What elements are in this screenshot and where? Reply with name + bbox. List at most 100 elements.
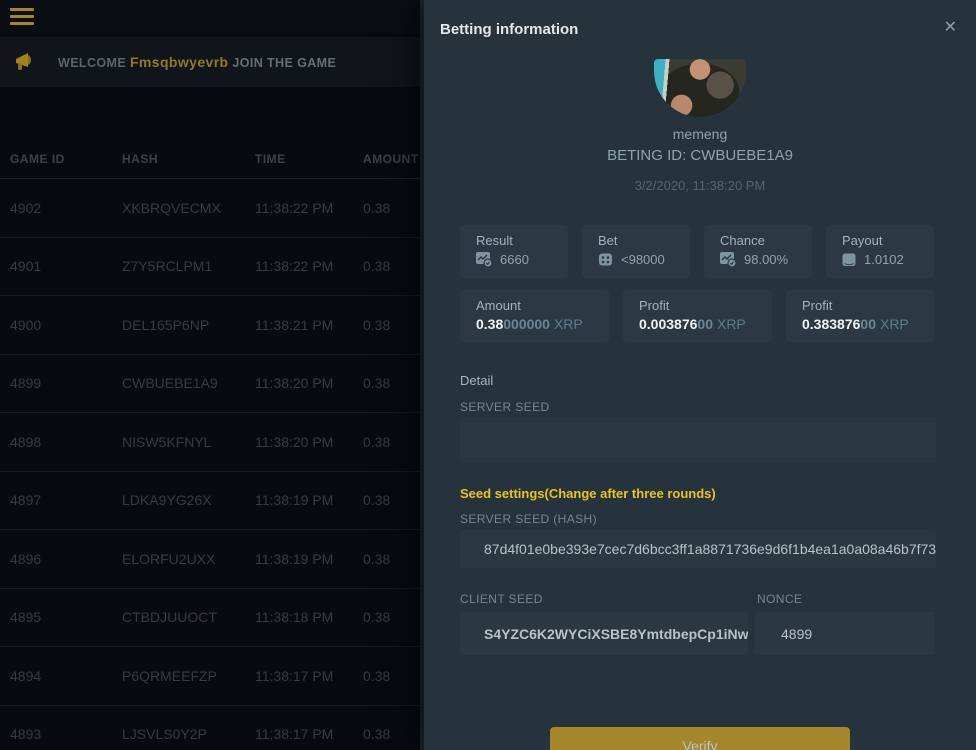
cell-game-id: 4893 [10,726,41,742]
stat-card-result: Result 6660 [460,225,568,278]
welcome-prefix: WELCOME [58,56,126,70]
cell-amount: 0.38 [363,551,390,567]
cell-amount: 0.38 [363,258,390,274]
bet-datetime: 3/2/2020, 11:38:20 PM [424,178,976,193]
stat-value: <98000 [621,252,665,267]
amount-label: Profit [802,298,935,313]
server-seed-hash-field[interactable]: 87d4f01e0be393e7cec7d6bcc3ff1a8871736e9d… [460,530,936,568]
avatar [654,59,746,117]
amount-value: 0.38 [476,316,503,332]
stat-card-payout: Payout 1.0102 [826,225,934,278]
close-icon[interactable]: ✕ [944,20,957,36]
cell-amount: 0.38 [363,200,390,216]
currency-label: XRP [717,316,746,332]
stat-card-chance: Chance 98.00% [704,225,812,278]
top-bar [0,0,424,33]
cell-time: 11:38:22 PM [255,200,333,216]
amount-value: 0.383876 [802,316,860,332]
cell-time: 11:38:22 PM [255,258,333,274]
client-seed-field[interactable]: S4YZC6K2WYCiXSBE8YmtdbepCp1iNwZ [460,612,748,655]
cell-game-id: 4902 [10,200,41,216]
stat-label: Chance [720,233,812,248]
cell-hash: CWBUEBE1A9 [122,375,218,391]
nonce-field[interactable]: 4899 [755,612,935,655]
column-time: TIME [255,152,286,166]
client-seed-label: CLIENT SEED [460,592,543,606]
game-history-pane: WELCOME Fmsqbwyevrb JOIN THE GAME GAME I… [0,0,424,750]
menu-icon[interactable] [10,8,34,25]
table-row[interactable]: 4899 CWBUEBE1A9 11:38:20 PM 0.38 [0,355,424,414]
cell-hash: Z7Y5RCLPM1 [122,258,212,274]
table-row[interactable]: 4893 LJSVLS0Y2P 11:38:17 PM 0.38 [0,706,424,750]
cell-time: 11:38:17 PM [255,668,333,684]
cell-hash: P6QRMEEFZP [122,668,217,684]
column-hash: HASH [122,152,158,166]
column-amount: AMOUNT [363,152,419,166]
table-body: 4902 XKBRQVECMX 11:38:22 PM 0.38 4901 Z7… [0,179,424,750]
cell-game-id: 4895 [10,609,41,625]
nonce-label: NONCE [757,592,802,606]
table-row[interactable]: 4901 Z7Y5RCLPM1 11:38:22 PM 0.38 [0,238,424,297]
table-row[interactable]: 4902 XKBRQVECMX 11:38:22 PM 0.38 [0,179,424,238]
megaphone-icon [14,51,38,73]
cell-amount: 0.38 [363,726,390,742]
table-row[interactable]: 4897 LDKA9YG26X 11:38:19 PM 0.38 [0,472,424,531]
currency-label: XRP [554,316,583,332]
profit-card: Profit 0.00387600XRP [623,290,772,342]
cell-time: 11:38:17 PM [255,726,333,742]
currency-label: XRP [880,316,909,332]
cell-hash: LJSVLS0Y2P [122,726,207,742]
cell-hash: LDKA9YG26X [122,492,212,508]
app-root: WELCOME Fmsqbwyevrb JOIN THE GAME GAME I… [0,0,976,750]
stat-label: Bet [598,233,690,248]
amount-value-pad: 00 [860,316,876,332]
welcome-suffix: JOIN THE GAME [232,56,336,70]
table-row[interactable]: 4895 CTBDJUUOCT 11:38:18 PM 0.38 [0,589,424,648]
stat-cards-row: Result 6660 Bet [460,225,936,278]
stat-label: Payout [842,233,934,248]
profit-card: Profit 0.38387600XRP [786,290,935,342]
cell-hash: DEL165P6NP [122,317,209,333]
table-row[interactable]: 4900 DEL165P6NP 11:38:21 PM 0.38 [0,296,424,355]
cell-amount: 0.38 [363,434,390,450]
cell-amount: 0.38 [363,492,390,508]
welcome-banner: WELCOME Fmsqbwyevrb JOIN THE GAME [0,37,424,87]
cell-game-id: 4901 [10,258,41,274]
chart-check-icon [720,252,737,267]
amount-cards-row: Amount 0.38000000XRP Profit 0.00387600XR… [460,290,936,342]
stat-card-bet: Bet <98000 [582,225,690,278]
cell-time: 11:38:20 PM [255,434,333,450]
cell-hash: XKBRQVECMX [122,200,221,216]
welcome-username: Fmsqbwyevrb [130,54,229,70]
table-row[interactable]: 4896 ELORFU2UXX 11:38:19 PM 0.38 [0,530,424,589]
detail-heading: Detail [460,373,493,388]
stat-label: Result [476,233,568,248]
cell-game-id: 4896 [10,551,41,567]
payout-icon [842,253,857,267]
amount-value-pad: 000000 [503,316,550,332]
table-row[interactable]: 4894 P6QRMEEFZP 11:38:17 PM 0.38 [0,647,424,706]
stat-value: 98.00% [744,252,788,267]
cell-time: 11:38:21 PM [255,317,333,333]
cell-game-id: 4898 [10,434,41,450]
column-game-id: GAME ID [10,152,65,166]
chart-check-icon [476,252,493,267]
server-seed-label: SERVER SEED [460,400,550,414]
cell-game-id: 4897 [10,492,41,508]
cell-time: 11:38:20 PM [255,375,333,391]
betting-information-modal: Betting information ✕ memeng BETING ID: … [424,0,976,750]
cell-game-id: 4894 [10,668,41,684]
cell-hash: NISW5KFNYL [122,434,211,450]
amount-card: Amount 0.38000000XRP [460,290,609,342]
welcome-message: WELCOME Fmsqbwyevrb JOIN THE GAME [58,54,336,70]
verify-button[interactable]: Verify [550,727,850,750]
server-seed-field[interactable] [460,417,936,463]
betting-id: BETING ID: CWBUEBE1A9 [424,147,976,164]
cell-amount: 0.38 [363,317,390,333]
cell-game-id: 4900 [10,317,41,333]
cell-time: 11:38:19 PM [255,551,333,567]
cell-amount: 0.38 [363,609,390,625]
table-row[interactable]: 4898 NISW5KFNYL 11:38:20 PM 0.38 [0,413,424,472]
modal-title: Betting information [440,21,578,38]
cell-game-id: 4899 [10,375,41,391]
